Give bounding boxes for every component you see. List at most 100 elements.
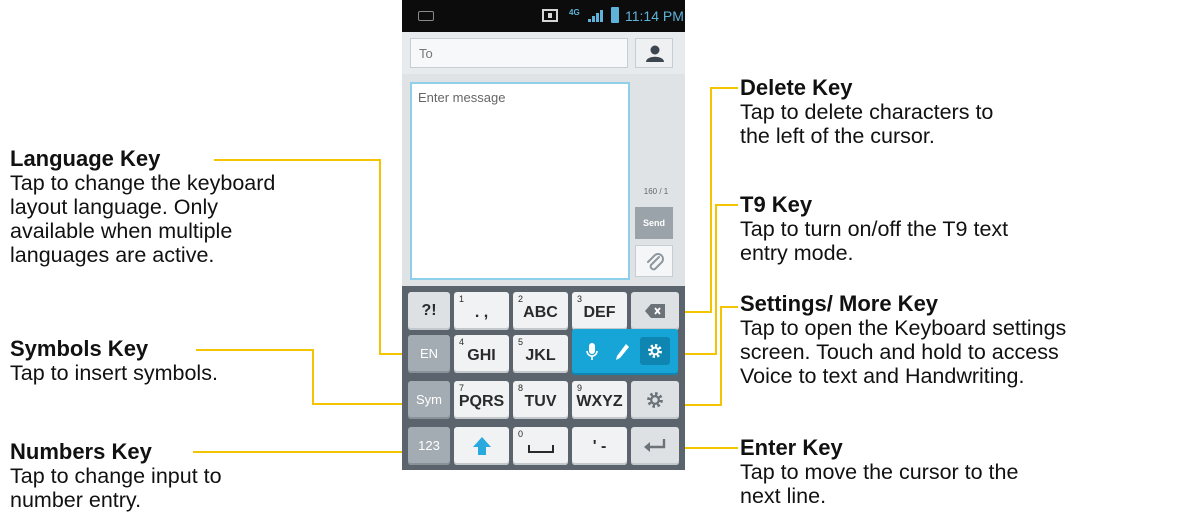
callout-line: the left of the cursor. bbox=[740, 124, 935, 148]
callout-title: Settings/ More Key bbox=[740, 291, 939, 316]
delete-key[interactable] bbox=[631, 292, 679, 330]
gear-icon bbox=[647, 392, 663, 408]
settings-more-key[interactable] bbox=[631, 381, 679, 419]
callout-line: Tap to turn on/off the T9 text bbox=[740, 217, 1009, 241]
key-number: 0 bbox=[518, 429, 524, 439]
callout-line: screen. Touch and hold to access bbox=[740, 340, 1059, 364]
callout-title: Symbols Key bbox=[10, 336, 149, 361]
leader-line-t9 bbox=[715, 204, 738, 206]
key-7[interactable]: 7 PQRS bbox=[454, 381, 509, 419]
key-number: 3 bbox=[577, 294, 583, 304]
key-label: JKL bbox=[525, 347, 556, 364]
key-3[interactable]: 3 DEF bbox=[572, 292, 627, 330]
key-number: 8 bbox=[518, 383, 524, 393]
keyboard-icon bbox=[418, 11, 434, 21]
backspace-icon bbox=[645, 304, 665, 318]
status-bar: 4G 11:14 PM bbox=[402, 0, 685, 32]
sim-icon bbox=[542, 9, 558, 22]
callout-title: Numbers Key bbox=[10, 439, 152, 464]
key-label: ?! bbox=[421, 302, 437, 319]
callout-line: available when multiple bbox=[10, 219, 233, 243]
callout-delete-key: Delete Key Tap to delete characters to t… bbox=[740, 75, 993, 149]
leader-line-language bbox=[379, 159, 381, 355]
key-number: 2 bbox=[518, 294, 524, 304]
paperclip-icon bbox=[647, 253, 664, 271]
space-key[interactable]: 0 bbox=[513, 427, 568, 465]
shift-key[interactable] bbox=[454, 427, 509, 465]
key-label: ABC bbox=[523, 304, 558, 321]
key-number: 1 bbox=[459, 294, 465, 304]
message-input[interactable]: Enter message bbox=[410, 82, 630, 280]
signal-icon bbox=[588, 10, 604, 22]
keyboard: ?! 1 . , 2 ABC 3 DEF EN 4 GHI 5 JKL Sym … bbox=[402, 286, 685, 470]
key-label: TUV bbox=[524, 393, 557, 410]
callout-description: Tap to change the keyboard layout langua… bbox=[10, 171, 275, 267]
recipient-input[interactable]: To bbox=[410, 38, 628, 68]
leader-line-delete bbox=[710, 87, 712, 313]
shift-arrow-icon bbox=[473, 437, 491, 455]
leader-line-language bbox=[214, 159, 380, 161]
leader-line-delete bbox=[710, 87, 738, 89]
key-1[interactable]: 1 . , bbox=[454, 292, 509, 330]
callout-description: Tap to delete characters to the left of … bbox=[740, 100, 993, 148]
callout-t9-key: T9 Key Tap to turn on/off the T9 text en… bbox=[740, 192, 1009, 266]
callout-line: Tap to open the Keyboard settings bbox=[740, 316, 1067, 340]
key-4[interactable]: 4 GHI bbox=[454, 335, 509, 373]
contact-icon bbox=[646, 45, 664, 62]
t9-mode-key[interactable] bbox=[572, 329, 678, 375]
callout-line: Tap to move the cursor to the bbox=[740, 460, 1019, 484]
symbols-key[interactable]: Sym bbox=[408, 381, 450, 419]
contact-picker-button[interactable] bbox=[635, 38, 673, 68]
callout-title: T9 Key bbox=[740, 192, 813, 217]
callout-line: Tap to change the keyboard bbox=[10, 171, 276, 195]
symbols-punctuation-key[interactable]: ?! bbox=[408, 292, 450, 330]
recipient-placeholder: To bbox=[419, 46, 433, 61]
space-icon bbox=[528, 445, 554, 453]
enter-key[interactable] bbox=[631, 427, 679, 465]
callout-line: number entry. bbox=[10, 488, 142, 512]
callout-enter-key: Enter Key Tap to move the cursor to the … bbox=[740, 435, 1018, 509]
callout-description: Tap to open the Keyboard settings screen… bbox=[740, 316, 1066, 388]
status-time: 11:14 PM bbox=[625, 8, 684, 24]
leader-line-t9 bbox=[715, 204, 717, 355]
callout-numbers-key: Numbers Key Tap to change input to numbe… bbox=[10, 439, 222, 513]
leader-line-settings bbox=[720, 306, 738, 308]
send-button[interactable]: Send bbox=[635, 207, 673, 239]
key-5[interactable]: 5 JKL bbox=[513, 335, 568, 373]
callout-line: Tap to delete characters to bbox=[740, 100, 994, 124]
key-2[interactable]: 2 ABC bbox=[513, 292, 568, 330]
key-label: GHI bbox=[467, 347, 496, 364]
key-number: 4 bbox=[459, 337, 465, 347]
language-key[interactable]: EN bbox=[408, 335, 450, 373]
key-number: 7 bbox=[459, 383, 465, 393]
callout-line: Voice to text and Handwriting. bbox=[740, 364, 1025, 388]
callout-line: Tap to insert symbols. bbox=[10, 361, 218, 385]
apostrophe-hyphen-key[interactable]: ' - bbox=[572, 427, 627, 465]
callout-description: Tap to change input to number entry. bbox=[10, 464, 222, 512]
battery-icon bbox=[611, 7, 619, 23]
phone-screen: 4G 11:14 PM To Enter message 160 / 1 Sen… bbox=[402, 0, 685, 470]
character-counter: 160 / 1 bbox=[643, 187, 669, 196]
key-9[interactable]: 9 WXYZ bbox=[572, 381, 627, 419]
mic-icon bbox=[586, 343, 598, 360]
callout-line: next line. bbox=[740, 484, 827, 508]
callout-line: layout language. Only bbox=[10, 195, 218, 219]
key-number: 9 bbox=[577, 383, 583, 393]
key-8[interactable]: 8 TUV bbox=[513, 381, 568, 419]
pen-icon bbox=[616, 344, 629, 360]
leader-line-settings bbox=[720, 306, 722, 406]
numbers-key[interactable]: 123 bbox=[408, 427, 450, 465]
callout-title: Enter Key bbox=[740, 435, 843, 460]
key-label: . , bbox=[474, 304, 489, 321]
enter-icon bbox=[644, 439, 666, 452]
key-label: EN bbox=[419, 346, 439, 361]
settings-toggle[interactable] bbox=[640, 337, 670, 365]
message-placeholder: Enter message bbox=[418, 90, 506, 105]
leader-line-symbols bbox=[312, 403, 408, 405]
network-type: 4G bbox=[569, 8, 580, 17]
callout-title: Delete Key bbox=[740, 75, 853, 100]
callout-description: Tap to move the cursor to the next line. bbox=[740, 460, 1018, 508]
attach-button[interactable] bbox=[635, 245, 673, 277]
key-label: WXYZ bbox=[576, 393, 623, 410]
callout-line: languages are active. bbox=[10, 243, 215, 267]
